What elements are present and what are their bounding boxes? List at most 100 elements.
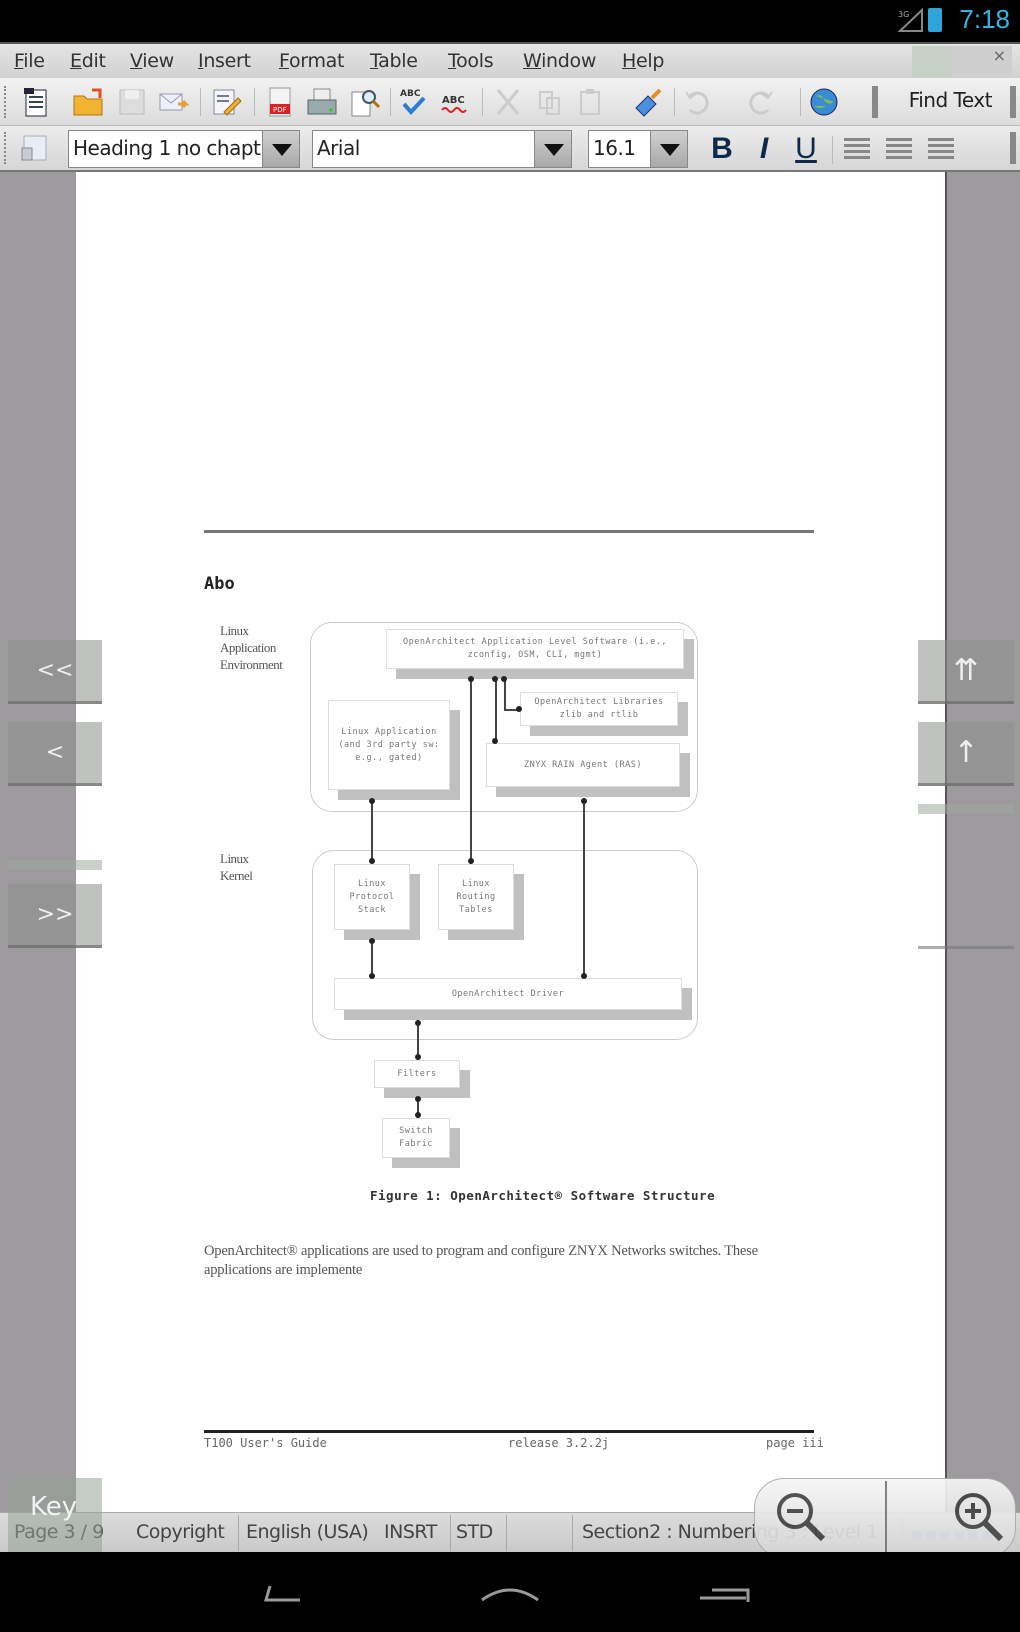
paste-icon[interactable]: [576, 86, 608, 118]
cut-icon[interactable]: [492, 86, 524, 118]
toolbar-grip[interactable]: [4, 132, 8, 164]
svg-text:3G: 3G: [898, 10, 909, 19]
print-icon[interactable]: [306, 86, 338, 118]
status-page-style[interactable]: Copyright: [136, 1521, 225, 1543]
signal-icon: 3G: [898, 8, 923, 32]
paragraph-style-dropdown[interactable]: [262, 130, 300, 168]
styles-icon[interactable]: [18, 132, 50, 164]
toolbar-grip[interactable]: [1010, 86, 1016, 118]
save-icon[interactable]: [116, 86, 148, 118]
diagram-box-libraries: OpenArchitect Libraries zlib and rtlib: [520, 692, 678, 726]
header-rule: [204, 530, 814, 533]
connector-arrow: [492, 676, 498, 682]
connector-arrow: [501, 676, 507, 682]
connector-arrow: [369, 798, 375, 804]
connector-arrow: [581, 973, 587, 979]
back-icon[interactable]: [250, 1572, 330, 1612]
formatting-toolbar: Heading 1 no chapt Arial 16.1 B I U: [0, 126, 1020, 172]
first-page-button[interactable]: <<: [8, 640, 102, 704]
align-center-icon[interactable]: [886, 138, 912, 160]
footer-rule: [204, 1430, 814, 1433]
menu-bar: File Edit View Insert Format Table Tools…: [0, 42, 1020, 84]
body-paragraph[interactable]: OpenArchitect® applications are used to …: [204, 1242, 804, 1280]
bold-button[interactable]: B: [702, 132, 742, 166]
clock: 7:18: [959, 4, 1010, 34]
menu-table[interactable]: Table: [370, 50, 418, 72]
spellcheck-icon[interactable]: ABC: [398, 86, 430, 118]
side-strip: [918, 946, 1014, 949]
menu-window[interactable]: Window: [523, 50, 596, 72]
side-strip: [8, 860, 102, 870]
menu-edit[interactable]: Edit: [70, 50, 106, 72]
undo-icon[interactable]: [682, 86, 714, 118]
battery-icon: [928, 8, 942, 32]
redo-icon[interactable]: [744, 86, 776, 118]
toolbar-grip[interactable]: [1010, 132, 1016, 164]
system-status-bar: 3G 7:18: [0, 0, 1020, 42]
connector-arrow: [369, 973, 375, 979]
heading-text[interactable]: Abo: [204, 574, 235, 594]
menu-file[interactable]: File: [14, 50, 45, 72]
edit-mode-icon[interactable]: [210, 86, 242, 118]
figure-caption: Figure 1: OpenArchitect® Software Struct…: [370, 1188, 716, 1203]
status-insert-mode[interactable]: INSRT: [384, 1521, 437, 1543]
connector-line: [495, 678, 497, 742]
underline-button[interactable]: U: [786, 132, 826, 166]
export-pdf-icon[interactable]: PDF: [264, 86, 296, 118]
autospellcheck-icon[interactable]: ABC: [440, 86, 472, 118]
connector-arrow: [492, 738, 498, 744]
toolbar-grip[interactable]: [4, 86, 8, 118]
diagram-box-switch-fabric: Switch Fabric: [382, 1118, 450, 1158]
font-size-dropdown[interactable]: [650, 130, 688, 168]
menu-view[interactable]: View: [130, 50, 174, 72]
navigator-icon[interactable]: [808, 86, 840, 118]
diagram-box-driver: OpenArchitect Driver: [334, 978, 682, 1010]
zoom-in-icon[interactable]: [949, 1487, 1009, 1547]
font-name-select[interactable]: Arial: [312, 130, 534, 168]
font-size-select[interactable]: 16.1: [588, 130, 652, 168]
menu-tools[interactable]: Tools: [448, 50, 494, 72]
document-page: Abo Linux Application Environment OpenAr…: [76, 428, 945, 1512]
align-right-icon[interactable]: [928, 138, 954, 160]
open-folder-icon[interactable]: [72, 86, 104, 118]
diagram-box-filters: Filters: [374, 1060, 460, 1088]
svg-text:PDF: PDF: [273, 106, 287, 114]
diagram-box-routing-tables: Linux Routing Tables: [438, 864, 514, 930]
scroll-top-button[interactable]: ⇈: [918, 640, 1014, 704]
paragraph-style-select[interactable]: Heading 1 no chapt: [68, 130, 264, 168]
connector-arrow: [516, 706, 522, 712]
font-name-dropdown[interactable]: [534, 130, 572, 168]
next-page-button[interactable]: >>: [8, 884, 102, 948]
footer-right: page iii: [766, 1436, 824, 1450]
footer-center: release 3.2.2j: [508, 1436, 610, 1450]
status-selection-mode[interactable]: STD: [456, 1521, 493, 1543]
new-document-icon[interactable]: [20, 86, 52, 118]
keyboard-button[interactable]: Key: [8, 1478, 102, 1552]
home-icon[interactable]: [470, 1572, 550, 1612]
scroll-up-button[interactable]: ↑: [918, 722, 1014, 786]
toolbar-grip[interactable]: [872, 86, 878, 118]
status-language[interactable]: English (USA): [246, 1521, 369, 1543]
connector-arrow: [415, 1112, 421, 1118]
align-left-icon[interactable]: [844, 138, 870, 160]
zoom-divider: [885, 1481, 887, 1557]
previous-page-button[interactable]: <: [8, 722, 102, 786]
menu-format[interactable]: Format: [279, 50, 344, 72]
menu-insert[interactable]: Insert: [198, 50, 251, 72]
svg-text:ABC: ABC: [442, 95, 465, 106]
print-preview-icon[interactable]: [348, 86, 380, 118]
connector-arrow: [468, 676, 474, 682]
zoom-controls: [754, 1478, 1016, 1558]
format-paintbrush-icon[interactable]: [632, 86, 664, 118]
copy-icon[interactable]: [534, 86, 566, 118]
zoom-out-icon[interactable]: [771, 1487, 831, 1547]
document-canvas[interactable]: T100 User's Guide release 3.2.2j page ii…: [0, 172, 1020, 1512]
italic-button[interactable]: I: [744, 132, 784, 166]
find-text-button[interactable]: Find Text: [903, 84, 998, 120]
connector-line: [470, 678, 472, 864]
menu-help[interactable]: Help: [622, 50, 664, 72]
diagram-box-app-level: OpenArchitect Application Level Software…: [386, 629, 684, 669]
email-icon[interactable]: [158, 86, 190, 118]
recent-apps-icon[interactable]: [690, 1572, 770, 1612]
diagram-label-app-env: Linux Application Environment: [220, 623, 283, 672]
